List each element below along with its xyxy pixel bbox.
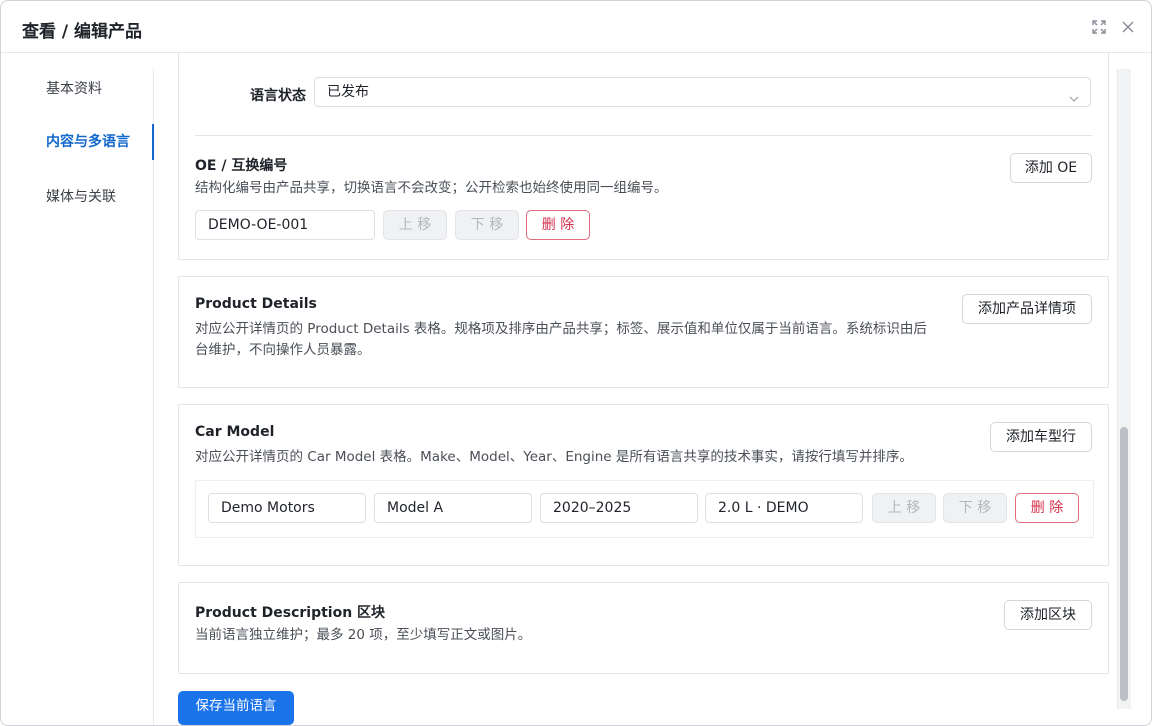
add-block-button[interactable]: 添加区块 xyxy=(1004,600,1092,630)
dialog-title: 查看 / 编辑产品 xyxy=(22,22,143,42)
product-description-description: 当前语言独立维护；最多 20 项，至少填写正文或图片。 xyxy=(195,627,532,643)
language-status-label: 语言状态 xyxy=(250,88,306,104)
oe-section-title: OE / 互换编号 xyxy=(195,158,288,174)
language-status-value: 已发布 xyxy=(327,84,369,100)
car-model-title: Car Model xyxy=(195,424,275,440)
product-details-card: Product Details 对应公开详情页的 Product Details… xyxy=(178,276,1109,388)
car-engine-input[interactable]: 2.0 L · DEMO xyxy=(705,493,863,523)
sidebar-item-media-relations[interactable]: 媒体与关联 xyxy=(1,179,154,215)
section-divider xyxy=(195,135,1092,136)
sidebar-item-basic-info[interactable]: 基本资料 xyxy=(1,71,154,107)
language-status-select[interactable]: 已发布 xyxy=(314,77,1091,107)
product-details-title: Product Details xyxy=(195,296,317,312)
oe-move-down-button[interactable]: 下 移 xyxy=(455,210,519,240)
save-current-language-button[interactable]: 保存当前语言 xyxy=(178,691,294,725)
edit-product-dialog: 查看 / 编辑产品 基本资料 内容与多语言 媒体与关联 语言状态 已发布 OE … xyxy=(0,0,1152,726)
sidebar: 基本资料 内容与多语言 媒体与关联 xyxy=(1,69,154,725)
oe-number-input[interactable]: DEMO-OE-001 xyxy=(195,210,375,240)
car-model-card: Car Model 对应公开详情页的 Car Model 表格。Make、Mod… xyxy=(178,404,1109,566)
sidebar-item-content-languages[interactable]: 内容与多语言 xyxy=(1,124,154,160)
car-model-row: Demo Motors Model A 2020–2025 2.0 L · DE… xyxy=(195,480,1094,538)
scrollbar-thumb[interactable] xyxy=(1120,427,1128,701)
car-move-down-button[interactable]: 下 移 xyxy=(943,493,1007,523)
product-details-description-line2: 台维护，不向操作人员暴露。 xyxy=(195,342,371,358)
oe-move-up-button[interactable]: 上 移 xyxy=(383,210,447,240)
chevron-down-icon xyxy=(1068,87,1080,102)
expand-icon[interactable] xyxy=(1090,18,1108,36)
car-model-description: 对应公开详情页的 Car Model 表格。Make、Model、Year、En… xyxy=(195,449,913,465)
dialog-header: 查看 / 编辑产品 xyxy=(1,1,1151,53)
oe-section-description: 结构化编号由产品共享，切换语言不会改变；公开检索也始终使用同一组编号。 xyxy=(195,180,668,196)
product-description-title: Product Description 区块 xyxy=(195,605,386,621)
car-make-input[interactable]: Demo Motors xyxy=(208,493,366,523)
oe-delete-button[interactable]: 删 除 xyxy=(526,210,590,240)
product-description-card: Product Description 区块 当前语言独立维护；最多 20 项，… xyxy=(178,582,1109,674)
language-content-card: 语言状态 已发布 OE / 互换编号 结构化编号由产品共享，切换语言不会改变；公… xyxy=(178,53,1109,260)
main-content: 语言状态 已发布 OE / 互换编号 结构化编号由产品共享，切换语言不会改变；公… xyxy=(154,53,1124,725)
add-product-detail-button[interactable]: 添加产品详情项 xyxy=(962,294,1092,324)
car-model-input[interactable]: Model A xyxy=(374,493,532,523)
product-details-description-line1: 对应公开详情页的 Product Details 表格。规格项及排序由产品共享；… xyxy=(195,321,927,337)
car-delete-button[interactable]: 删 除 xyxy=(1015,493,1079,523)
add-oe-button[interactable]: 添加 OE xyxy=(1010,153,1092,183)
add-car-model-row-button[interactable]: 添加车型行 xyxy=(990,422,1092,452)
car-move-up-button[interactable]: 上 移 xyxy=(872,493,936,523)
car-year-input[interactable]: 2020–2025 xyxy=(540,493,698,523)
close-icon[interactable] xyxy=(1119,18,1137,36)
